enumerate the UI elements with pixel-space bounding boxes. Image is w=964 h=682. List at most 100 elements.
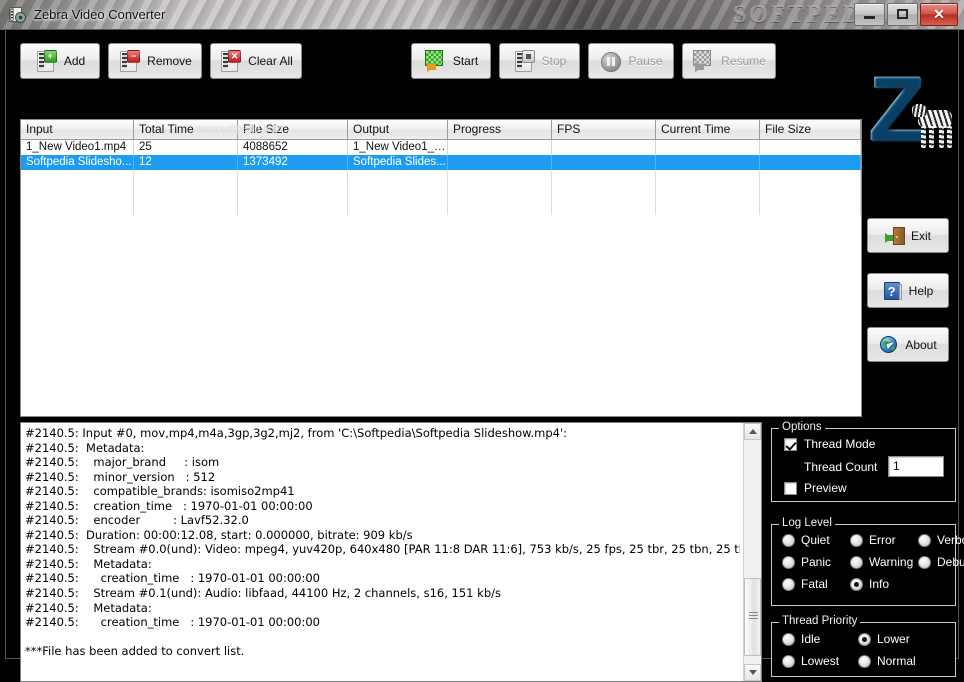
table-cell: 12: [134, 155, 238, 170]
clear-all-icon: ✕: [219, 49, 242, 73]
help-book-icon: ?: [883, 281, 903, 301]
remove-button[interactable]: − Remove: [108, 43, 202, 79]
column-header-file-size-2[interactable]: File Size: [238, 120, 348, 140]
log-level-radio-panic[interactable]: Panic: [782, 555, 831, 569]
preview-checkbox-row[interactable]: Preview: [784, 481, 847, 495]
thread-priority-radio-lower[interactable]: Lower: [858, 632, 910, 646]
preview-label: Preview: [804, 481, 847, 495]
resume-button[interactable]: Resume: [682, 43, 776, 79]
thread-mode-checkbox-row[interactable]: Thread Mode: [784, 437, 875, 451]
preview-checkbox[interactable]: [784, 481, 797, 495]
application-window: SOFTPEDIA Zebra Video Converter ✕ + Add …: [0, 0, 964, 682]
log-level-radio-verbose[interactable]: Verbose: [918, 533, 964, 547]
table-cell-empty: [238, 185, 348, 200]
remove-file-icon: −: [118, 49, 141, 73]
log-level-radio-error[interactable]: Error: [850, 533, 896, 547]
stop-button[interactable]: Stop: [499, 43, 580, 79]
minimize-icon: [864, 16, 875, 19]
exit-button[interactable]: Exit: [867, 218, 949, 253]
table-cell: [448, 140, 552, 155]
table-cell-empty: [448, 185, 552, 200]
thread-priority-radio-label: Lowest: [801, 654, 840, 668]
thread-priority-radio-idle[interactable]: Idle: [782, 632, 820, 646]
conversion-list-body[interactable]: www.softpedia.com 1_New Video1.mp4 25 4088…: [21, 124, 861, 416]
maximize-icon: [897, 9, 908, 19]
table-cell: [552, 155, 656, 170]
column-header-file-size-7[interactable]: File Size: [760, 120, 861, 140]
table-row[interactable]: 1_New Video1.mp4 25 4088652 1_New Video1_(.…: [21, 140, 861, 155]
grip-icon: [749, 612, 758, 619]
about-globe-icon: [879, 335, 899, 355]
log-level-radio-warning[interactable]: Warning: [850, 555, 913, 569]
maximize-button[interactable]: [887, 3, 918, 26]
log-level-radio-label: Debug: [937, 555, 964, 569]
table-cell-empty: [760, 170, 861, 185]
log-level-radio-info[interactable]: Info: [850, 577, 889, 591]
thread-priority-radio-normal[interactable]: Normal: [858, 654, 916, 668]
log-level-radio-label: Quiet: [801, 533, 830, 547]
scroll-down-button[interactable]: [744, 664, 761, 681]
log-level-group-title: Log Level: [779, 517, 835, 529]
pause-button[interactable]: Pause: [588, 43, 674, 79]
thread-mode-label: Thread Mode: [804, 437, 876, 451]
add-button-label: Add: [63, 54, 86, 68]
add-button[interactable]: + Add: [20, 43, 100, 79]
start-button-label: Start: [452, 54, 479, 68]
table-cell: [448, 155, 552, 170]
scrollbar-thumb[interactable]: [744, 578, 761, 656]
zebra-illustration: [912, 100, 958, 156]
radio-dot-icon: [782, 533, 795, 547]
table-cell-empty: [448, 170, 552, 185]
conversion-list[interactable]: Input Total Time File Size Output Progress FP…: [20, 119, 862, 417]
column-header-current-time-6[interactable]: Current Time: [656, 120, 760, 140]
thread-priority-group: Thread Priority Idle Lower Lowest Normal: [771, 615, 956, 677]
table-cell-empty: [656, 185, 760, 200]
table-cell: 1373492: [238, 155, 348, 170]
table-row-empty[interactable]: [21, 170, 861, 185]
table-row-empty[interactable]: [21, 185, 861, 200]
about-button[interactable]: About: [867, 327, 949, 362]
column-header-progress-4[interactable]: Progress: [448, 120, 552, 140]
log-output-panel[interactable]: #2140.5: Input #0, mov,mp4,m4a,3gp,3g2,m…: [20, 422, 762, 682]
thread-mode-checkbox[interactable]: [784, 437, 797, 451]
start-button[interactable]: Start: [411, 43, 491, 79]
table-cell: [760, 140, 861, 155]
table-cell-empty: [348, 170, 448, 185]
close-button[interactable]: ✕: [920, 3, 958, 26]
radio-dot-icon: [782, 577, 795, 591]
table-cell-empty: [348, 200, 448, 215]
log-scrollbar[interactable]: [743, 423, 761, 681]
triangle-up-icon: [748, 429, 757, 434]
log-level-group: Log Level Quiet Error Verbose Panic Warning D…: [771, 517, 964, 606]
exit-door-icon: [884, 226, 905, 246]
thread-priority-radio-lowest[interactable]: Lowest: [782, 654, 839, 668]
column-header-fps-5[interactable]: FPS: [552, 120, 656, 140]
thread-priority-radio-label: Idle: [801, 632, 821, 646]
thread-count-input[interactable]: 1: [888, 456, 944, 477]
table-cell-empty: [760, 200, 861, 215]
column-header-output-3[interactable]: Output: [348, 120, 448, 140]
table-cell-empty: [134, 185, 238, 200]
radio-dot-icon: [782, 654, 795, 668]
clear-all-button-label: Clear All: [248, 54, 293, 68]
add-file-icon: +: [35, 49, 57, 73]
column-header-total-time-1[interactable]: Total Time: [134, 120, 238, 140]
table-row[interactable]: Softpedia Slidesho... 12 1373492 Softpedia …: [21, 155, 861, 170]
table-cell: Softpedia Slidesho...: [21, 155, 134, 170]
clear-all-button[interactable]: ✕ Clear All: [210, 43, 302, 79]
log-level-radio-debug[interactable]: Debug: [918, 555, 964, 569]
log-level-radio-fatal[interactable]: Fatal: [782, 577, 828, 591]
table-row-empty[interactable]: [21, 200, 861, 215]
table-cell-empty: [134, 170, 238, 185]
log-level-radio-label: Verbose: [937, 533, 964, 547]
thread-priority-radio-label: Lower: [877, 632, 910, 646]
thread-count-label: Thread Count: [804, 460, 878, 474]
help-button[interactable]: ? Help: [867, 273, 949, 308]
film-reel-icon: [9, 6, 26, 23]
scroll-up-button[interactable]: [744, 423, 761, 440]
remove-button-label: Remove: [147, 54, 192, 68]
minimize-button[interactable]: [854, 3, 885, 26]
log-level-radio-quiet[interactable]: Quiet: [782, 533, 830, 547]
thread-priority-radio-label: Normal: [877, 654, 916, 668]
column-header-input-0[interactable]: Input: [21, 120, 134, 140]
